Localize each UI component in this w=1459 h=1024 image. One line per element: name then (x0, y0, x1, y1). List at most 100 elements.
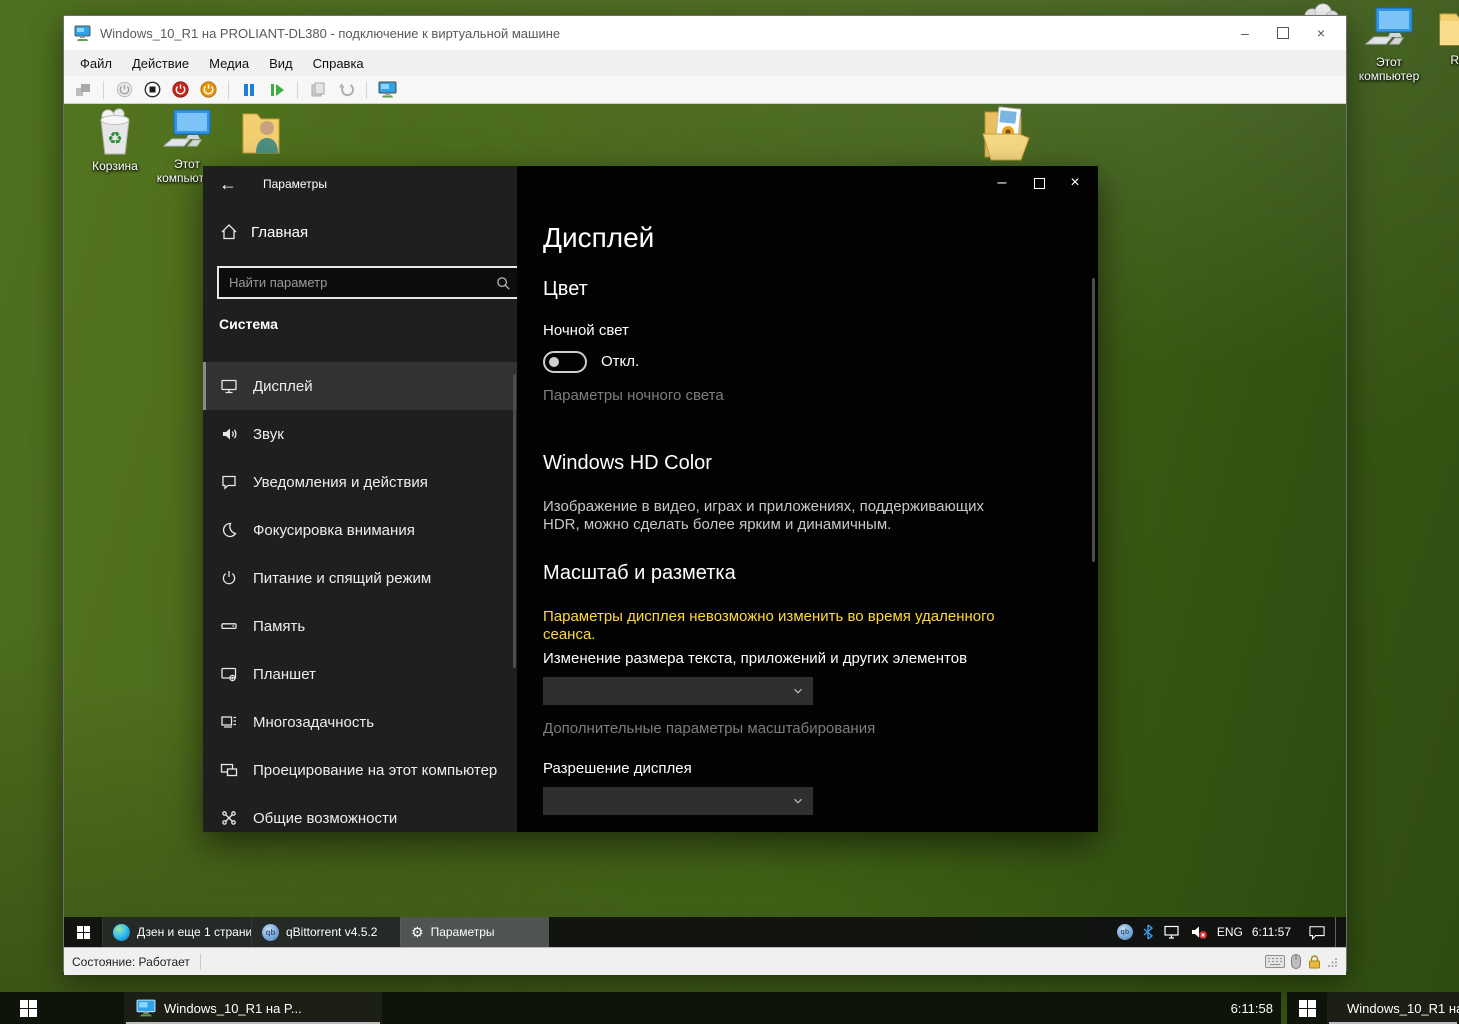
sidebar-item-label: Фокусировка внимания (253, 522, 415, 539)
remote-session-warning: Параметры дисплея невозможно изменить во… (543, 608, 995, 644)
sidebar-item-focus-assist[interactable]: Фокусировка внимания (203, 506, 517, 554)
ctrl-alt-del-button[interactable] (72, 79, 94, 101)
vm-start-button[interactable] (64, 917, 102, 947)
settings-search-box[interactable] (217, 266, 521, 299)
settings-minimize-button[interactable]: – (987, 172, 1017, 194)
projecting-icon (219, 760, 239, 780)
resolution-dropdown[interactable] (543, 787, 813, 815)
divider (200, 954, 201, 970)
svg-text:♻: ♻ (107, 129, 122, 149)
display-tray-icon[interactable] (1163, 924, 1181, 940)
night-light-label: Ночной свет (543, 322, 629, 339)
hyperv-icon (136, 999, 156, 1017)
sidebar-item-multitasking[interactable]: Многозадачность (203, 698, 517, 746)
sidebar-item-projecting[interactable]: Проецирование на этот компьютер (203, 746, 517, 794)
bluetooth-icon[interactable] (1142, 924, 1154, 940)
host-taskbar-primary: Windows_10_R1 на P... 6:11:58 (0, 992, 1281, 1024)
night-light-state: Откл. (601, 353, 639, 370)
recycle-bin-icon: ♻ (93, 108, 137, 156)
sidebar-item-power-sleep[interactable]: Питание и спящий режим (203, 554, 517, 602)
show-desktop-sliver[interactable] (1335, 917, 1340, 947)
sidebar-item-tablet[interactable]: Планшет (203, 650, 517, 698)
shutdown-icon (172, 81, 189, 98)
vm-recycle-bin-icon[interactable]: ♻ Корзина (76, 108, 154, 173)
host-this-pc-icon[interactable]: Этот компьютер (1350, 6, 1428, 84)
resize-grip[interactable] (1328, 957, 1338, 967)
qbittorrent-tray-icon[interactable]: qb (1117, 924, 1133, 940)
revert-icon (338, 82, 354, 97)
back-button[interactable]: ← (219, 175, 237, 193)
menu-view[interactable]: Вид (259, 53, 303, 74)
night-light-toggle[interactable] (543, 351, 587, 373)
content-scrollbar[interactable] (1092, 278, 1095, 562)
hd-color-heading: Windows HD Color (543, 452, 712, 475)
vm-status-text: Состояние: Работает (72, 955, 190, 969)
turn-off-button[interactable] (141, 79, 163, 101)
reset-button[interactable] (266, 79, 288, 101)
host-folder-ror-icon[interactable]: Ror (1422, 6, 1459, 67)
display-icon (219, 376, 239, 396)
chevron-down-icon (791, 684, 805, 698)
vm-maximize-button[interactable] (1268, 21, 1298, 45)
settings-close-button[interactable]: × (1060, 172, 1090, 194)
computer-icon (162, 108, 212, 154)
menu-help[interactable]: Справка (303, 53, 374, 74)
scaling-dropdown[interactable] (543, 677, 813, 705)
search-input[interactable] (227, 274, 489, 291)
menu-action[interactable]: Действие (122, 53, 199, 74)
sidebar-item-storage[interactable]: Память (203, 602, 517, 650)
taskbar-button-label: Дзен и еще 1 страни... (137, 925, 251, 939)
checkpoint-button[interactable] (307, 79, 329, 101)
sidebar-item-notifications[interactable]: Уведомления и действия (203, 458, 517, 506)
host-start-button-secondary[interactable] (1287, 992, 1327, 1024)
turn-off-icon (144, 81, 161, 98)
sidebar-item-sound[interactable]: Звук (203, 410, 517, 458)
sidebar-item-shared-experiences[interactable]: Общие возможности (203, 794, 517, 832)
windows-logo-icon (77, 926, 90, 939)
night-light-settings-link[interactable]: Параметры ночного света (543, 387, 724, 404)
save-vm-button[interactable] (197, 79, 219, 101)
tablet-icon (219, 664, 239, 684)
vm-user-folder-icon[interactable] (222, 108, 300, 158)
start-vm-button[interactable] (113, 79, 135, 101)
host-taskbar-secondary: Windows_10_R1 на P... (1287, 992, 1459, 1024)
vm-window-titlebar[interactable]: Windows_10_R1 на PROLIANT-DL380 - подклю… (64, 16, 1346, 50)
scale-layout-heading: Масштаб и разметка (543, 562, 736, 585)
advanced-scaling-link[interactable]: Дополнительные параметры масштабирования (543, 720, 875, 737)
divider (366, 81, 367, 99)
taskbar-button-edge[interactable]: Дзен и еще 1 страни... (102, 917, 251, 947)
settings-maximize-button[interactable] (1024, 172, 1054, 194)
settings-titlebar: ← Параметры (203, 166, 327, 202)
sidebar-item-home[interactable]: Главная (219, 222, 308, 242)
search-icon[interactable] (495, 275, 511, 291)
vm-clock[interactable]: 6:11:57 (1252, 925, 1291, 939)
language-indicator[interactable]: ENG (1217, 925, 1243, 939)
menu-media[interactable]: Медиа (199, 53, 259, 74)
enhanced-session-button[interactable] (376, 79, 398, 101)
taskbar-button-qbittorrent[interactable]: qb qBittorrent v4.5.2 (251, 917, 400, 947)
vm-pictures-folder-icon[interactable] (966, 104, 1044, 162)
moon-icon (219, 520, 239, 540)
sidebar-item-label: Питание и спящий режим (253, 570, 431, 587)
action-center-icon[interactable] (1308, 925, 1326, 940)
host-clock[interactable]: 6:11:58 (1231, 992, 1281, 1024)
menu-file[interactable]: Файл (70, 53, 122, 74)
shutdown-button[interactable] (169, 79, 191, 101)
vm-minimize-button[interactable]: – (1230, 21, 1260, 45)
host-taskbar-button-vm[interactable]: Windows_10_R1 на P... (124, 992, 382, 1024)
sidebar-item-display[interactable]: Дисплей (203, 362, 517, 410)
host-start-button[interactable] (0, 992, 56, 1024)
color-section-heading: Цвет (543, 278, 588, 301)
host-taskbar-button-vm-secondary[interactable]: Windows_10_R1 на P... (1327, 992, 1459, 1024)
volume-muted-icon[interactable] (1190, 924, 1208, 940)
sidebar-item-label: Планшет (253, 666, 316, 683)
sidebar-scrollbar[interactable] (513, 374, 516, 668)
vm-close-button[interactable]: × (1306, 21, 1336, 45)
settings-window-title: Параметры (263, 177, 327, 191)
vm-statusbar: Состояние: Работает (64, 947, 1346, 975)
taskbar-button-settings[interactable]: ⚙ Параметры (400, 917, 549, 947)
pause-button[interactable] (238, 79, 260, 101)
lock-icon (1307, 954, 1322, 969)
revert-button[interactable] (335, 79, 357, 101)
taskbar-spacer (56, 992, 124, 1024)
